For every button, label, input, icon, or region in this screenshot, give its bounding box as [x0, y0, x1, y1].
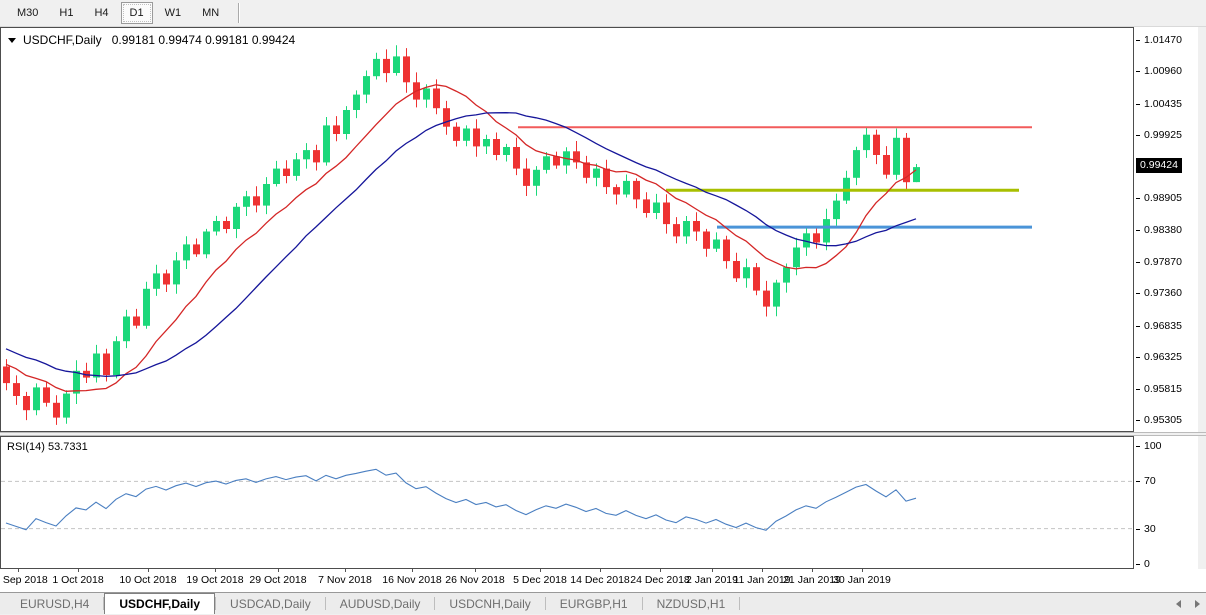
date-tick-label: 7 Nov 2018 — [318, 574, 372, 586]
date-tick-label: 14 Dec 2018 — [570, 574, 630, 586]
scroll-right-icon[interactable] — [1195, 600, 1200, 608]
date-tick-label: 1 Oct 2018 — [52, 574, 103, 586]
price-tick: 0.95305 — [1136, 414, 1182, 426]
tab-usdchf-daily[interactable]: USDCHF,Daily — [104, 593, 215, 614]
chart-plot-area[interactable]: USDCHF,Daily 0.99181 0.99474 0.99181 0.9… — [0, 27, 1134, 432]
chart-symbol-label: USDCHF,Daily — [23, 33, 102, 47]
date-tick-mark — [812, 569, 813, 572]
tick-dash — [1136, 71, 1140, 72]
tab-eurgbp-h1[interactable]: EURGBP,H1 — [546, 593, 642, 614]
date-axis[interactable]: 21 Sep 2018 1 Oct 2018 10 Oct 2018 19 Oct 2… — [0, 569, 1134, 592]
symbol-tab-bar: EURUSD,H4USDCHF,DailyUSDCAD,DailyAUDUSD,… — [0, 592, 1206, 614]
rsi-scale-axis[interactable]: 10070300 — [1134, 436, 1198, 569]
price-tick: 0.97360 — [1136, 287, 1182, 299]
date-tick-mark — [600, 569, 601, 572]
date-tick-label: 26 Nov 2018 — [445, 574, 505, 586]
timeframe-button-d1[interactable]: D1 — [121, 2, 153, 24]
timeframe-button-m30[interactable]: M30 — [8, 2, 47, 24]
date-tick-mark — [475, 569, 476, 572]
date-tick-label: 16 Nov 2018 — [382, 574, 442, 586]
toolbar-separator — [238, 3, 240, 23]
date-tick-mark — [862, 569, 863, 572]
timeframe-button-h1[interactable]: H1 — [50, 2, 82, 24]
tab-eurusd-h4[interactable]: EURUSD,H4 — [6, 593, 103, 614]
date-axis-row: 21 Sep 2018 1 Oct 2018 10 Oct 2018 19 Oct 2… — [0, 569, 1206, 592]
date-tick-label: 21 Sep 2018 — [0, 574, 48, 586]
tick-dash — [1136, 230, 1140, 231]
date-tick-mark — [345, 569, 346, 572]
tick-dash — [1136, 40, 1140, 41]
rsi-plot-area[interactable]: RSI(14) 53.7331 — [0, 436, 1134, 569]
symbol-dropdown-icon[interactable] — [8, 38, 16, 43]
timeframe-toolbar: M30H1H4D1W1MN — [0, 0, 1206, 27]
tab-audusd-daily[interactable]: AUDUSD,Daily — [326, 593, 435, 614]
date-tick-mark — [78, 569, 79, 572]
tick-dash — [1136, 420, 1140, 421]
candlestick-chart-svg[interactable] — [1, 28, 1133, 431]
price-tick: 1.00960 — [1136, 65, 1182, 77]
window-right-gutter — [1198, 27, 1206, 432]
price-tick: 1.01470 — [1136, 34, 1182, 46]
tick-dash — [1136, 135, 1140, 136]
tab-separator — [739, 597, 740, 610]
date-tick-label: 11 Jan 2019 — [733, 574, 790, 586]
chart-ohlc-values: 0.99181 0.99474 0.99181 0.99424 — [112, 33, 296, 47]
rsi-panel: RSI(14) 53.7331 10070300 — [0, 436, 1206, 569]
window-right-gutter — [1198, 436, 1206, 569]
date-tick-mark — [148, 569, 149, 572]
tab-nzdusd-h1[interactable]: NZDUSD,H1 — [643, 593, 740, 614]
tick-dash — [1136, 262, 1140, 263]
date-tick-label: 29 Oct 2018 — [249, 574, 306, 586]
date-axis-corner — [1134, 569, 1206, 592]
date-tick-mark — [762, 569, 763, 572]
rsi-scale-tick: 30 — [1136, 523, 1156, 535]
price-tick: 0.95815 — [1136, 383, 1182, 395]
timeframe-button-h4[interactable]: H4 — [85, 2, 117, 24]
date-tick-mark — [18, 569, 19, 572]
tick-dash — [1136, 198, 1140, 199]
rsi-scale-tick: 70 — [1136, 475, 1156, 487]
tick-dash — [1136, 481, 1140, 482]
current-price-tag: 0.99424 — [1136, 158, 1182, 173]
price-tick: 0.98905 — [1136, 192, 1182, 204]
date-tick-mark — [540, 569, 541, 572]
tick-dash — [1136, 104, 1140, 105]
tab-usdcnh-daily[interactable]: USDCNH,Daily — [435, 593, 544, 614]
scroll-left-icon[interactable] — [1176, 600, 1181, 608]
tick-dash — [1136, 446, 1140, 447]
price-tick: 0.99925 — [1136, 129, 1182, 141]
date-tick-label: 19 Oct 2018 — [186, 574, 243, 586]
price-axis[interactable]: 1.01470 1.00960 1.00435 0.99925 0.98905 0.983… — [1134, 27, 1198, 432]
price-tick: 0.96325 — [1136, 351, 1182, 363]
tick-dash — [1136, 529, 1140, 530]
date-tick-mark — [215, 569, 216, 572]
date-tick-label: 30 Jan 2019 — [833, 574, 891, 586]
date-tick-mark — [712, 569, 713, 572]
timeframe-button-mn[interactable]: MN — [193, 2, 228, 24]
rsi-indicator-label: RSI(14) 53.7331 — [7, 441, 88, 453]
rsi-chart-svg[interactable] — [1, 437, 1133, 568]
tab-scroll-controls — [1176, 593, 1200, 614]
tick-dash — [1136, 326, 1140, 327]
tick-dash — [1136, 389, 1140, 390]
price-tick: 1.00435 — [1136, 98, 1182, 110]
date-tick-mark — [278, 569, 279, 572]
tab-usdcad-daily[interactable]: USDCAD,Daily — [216, 593, 325, 614]
date-tick-label: 5 Dec 2018 — [513, 574, 567, 586]
date-tick-label: 24 Dec 2018 — [630, 574, 690, 586]
tick-dash — [1136, 357, 1140, 358]
date-tick-label: 2 Jan 2019 — [686, 574, 738, 586]
date-tick-mark — [412, 569, 413, 572]
rsi-scale-tick: 100 — [1136, 440, 1162, 452]
price-tick: 0.98380 — [1136, 224, 1182, 236]
tick-dash — [1136, 564, 1140, 565]
date-tick-label: 10 Oct 2018 — [119, 574, 176, 586]
price-tick: 0.97870 — [1136, 256, 1182, 268]
timeframe-button-w1[interactable]: W1 — [156, 2, 191, 24]
main-chart-panel: USDCHF,Daily 0.99181 0.99474 0.99181 0.9… — [0, 27, 1206, 432]
tick-dash — [1136, 293, 1140, 294]
price-tick: 0.96835 — [1136, 320, 1182, 332]
chart-title: USDCHF,Daily 0.99181 0.99474 0.99181 0.9… — [8, 33, 295, 47]
date-tick-mark — [660, 569, 661, 572]
